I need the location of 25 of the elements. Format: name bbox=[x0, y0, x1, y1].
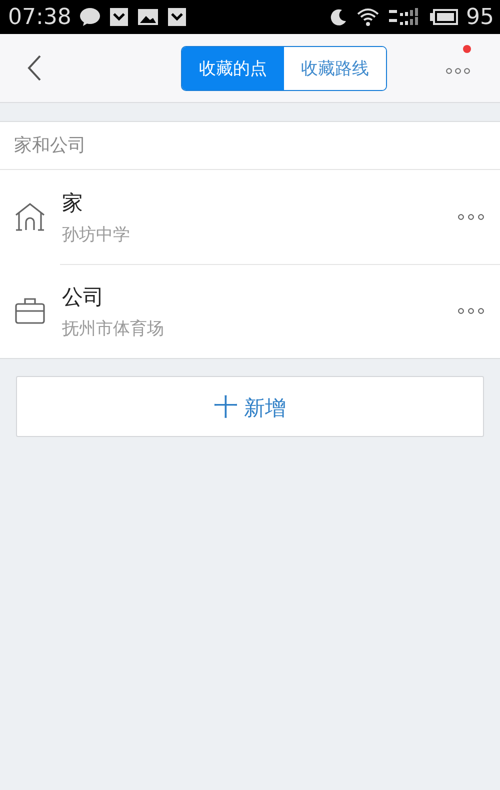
tab[interactable]: 收藏路线 bbox=[284, 46, 386, 90]
notification-icon bbox=[109, 7, 130, 27]
more-icon[interactable] bbox=[458, 213, 484, 221]
section-title: 家和公司 bbox=[0, 122, 500, 170]
moon-icon bbox=[330, 8, 348, 26]
notification-icon bbox=[167, 7, 188, 27]
place-row[interactable]: 家 孙坊中学 bbox=[0, 170, 500, 264]
back-icon[interactable] bbox=[26, 54, 42, 82]
battery-icon bbox=[430, 9, 458, 25]
image-icon bbox=[137, 7, 160, 27]
house-icon bbox=[14, 202, 46, 232]
place-address: 孙坊中学 bbox=[62, 224, 131, 246]
battery-level: 95 bbox=[466, 4, 494, 30]
place-name: 家 bbox=[62, 190, 84, 216]
add-button[interactable]: 十 新增 bbox=[16, 376, 484, 437]
tab[interactable]: 收藏的点 bbox=[182, 46, 284, 90]
more-icon[interactable] bbox=[446, 67, 470, 75]
briefcase-icon bbox=[14, 297, 46, 325]
status-time: 07:38 bbox=[8, 4, 72, 30]
place-name: 公司 bbox=[62, 284, 105, 310]
more-icon[interactable] bbox=[458, 307, 484, 315]
place-row[interactable]: 公司 抚州市体育场 bbox=[0, 264, 500, 358]
chat-icon bbox=[79, 7, 102, 27]
wifi-icon bbox=[356, 7, 380, 27]
place-address: 抚州市体育场 bbox=[62, 318, 165, 340]
